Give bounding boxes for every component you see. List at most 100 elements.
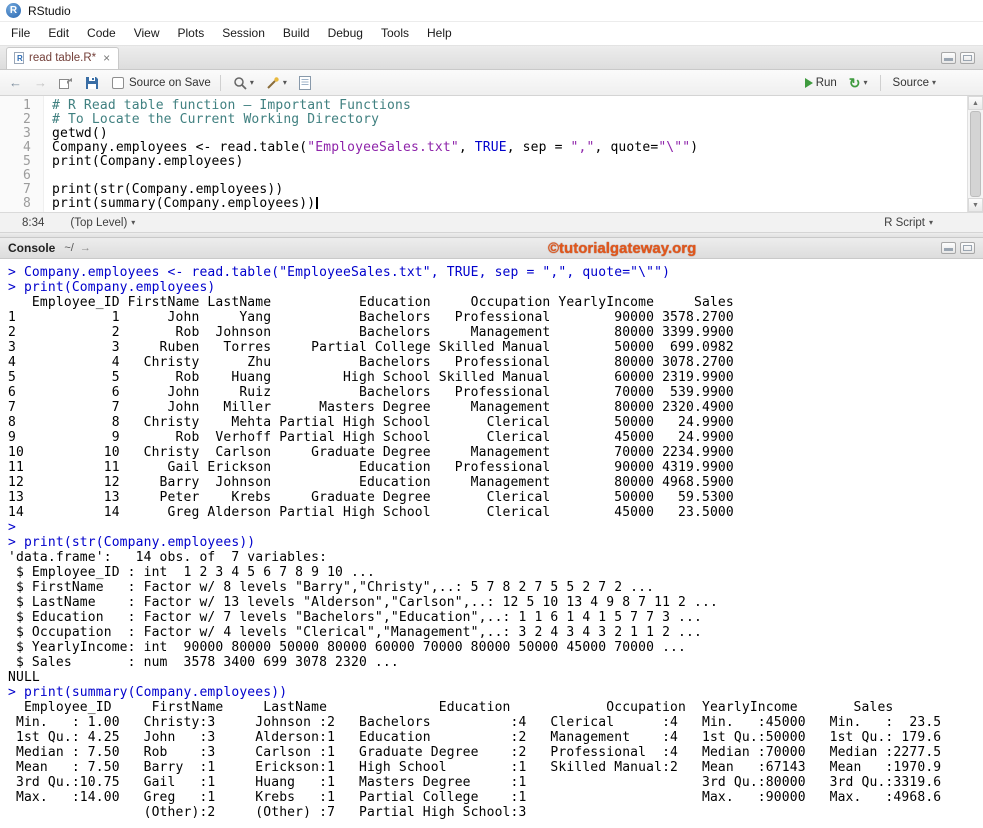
- code-line[interactable]: # R Read table function – Important Func…: [52, 99, 983, 113]
- console-line: $ YearlyIncome: int 90000 80000 50000 80…: [8, 640, 983, 655]
- console-line: 5 5 Rob Huang High School Skilled Manual…: [8, 370, 983, 385]
- maximize-source-button[interactable]: [960, 52, 975, 64]
- line-number: 6: [0, 169, 31, 183]
- menu-item-session[interactable]: Session: [213, 22, 274, 45]
- editor-toolbar: ← → Source on Save ▾ ▾: [0, 70, 983, 96]
- console-line: (Other):2 (Other) :7 Partial High School…: [8, 805, 983, 820]
- line-number: 1: [0, 99, 31, 113]
- compile-report-button[interactable]: [296, 74, 314, 92]
- chevron-down-icon: ▾: [864, 78, 868, 87]
- text-cursor: [316, 197, 318, 209]
- menu-item-build[interactable]: Build: [274, 22, 319, 45]
- notebook-icon: [299, 76, 311, 90]
- editor-tab[interactable]: read table.R* ×: [6, 47, 119, 69]
- console-path[interactable]: ~/: [64, 242, 73, 254]
- forward-arrow-icon: →: [34, 75, 47, 90]
- scroll-up-button[interactable]: ▲: [968, 96, 983, 110]
- editor-statusbar: 8:34 (Top Level) ▾ R Script ▾: [0, 212, 983, 232]
- console-line: 8 8 Christy Mehta Partial High School Cl…: [8, 415, 983, 430]
- magic-wand-icon: [266, 76, 280, 90]
- console-line: Mean : 7.50 Barry :1 Erickson:1 High Sch…: [8, 760, 983, 775]
- scroll-down-button[interactable]: ▼: [968, 198, 983, 212]
- console-line: 1st Qu.: 4.25 John :3 Alderson:1 Educati…: [8, 730, 983, 745]
- run-label: Run: [816, 77, 837, 89]
- code-line[interactable]: print(summary(Company.employees)): [52, 197, 983, 211]
- run-button[interactable]: Run: [802, 75, 840, 91]
- code-line[interactable]: Company.employees <- read.table("Employe…: [52, 141, 983, 155]
- console-line: 7 7 John Miller Masters Degree Managemen…: [8, 400, 983, 415]
- line-number: 8: [0, 197, 31, 211]
- code-line[interactable]: print(str(Company.employees)): [52, 183, 983, 197]
- toolbar-separator: [880, 75, 881, 91]
- console-line: 'data.frame': 14 obs. of 7 variables:: [8, 550, 983, 565]
- chevron-down-icon: ▾: [929, 218, 933, 227]
- minimize-console-button[interactable]: [941, 242, 956, 254]
- console-line: 9 9 Rob Verhoff Partial High School Cler…: [8, 430, 983, 445]
- menubar: FileEditCodeViewPlotsSessionBuildDebugTo…: [0, 22, 983, 46]
- rerun-button[interactable]: ↻ ▾: [846, 75, 871, 91]
- find-button[interactable]: ▾: [230, 74, 257, 92]
- source-pane-buttons: [941, 52, 983, 64]
- console-line: 11 11 Gail Erickson Education Profession…: [8, 460, 983, 475]
- menu-item-file[interactable]: File: [2, 22, 39, 45]
- editor[interactable]: 12345678 # R Read table function – Impor…: [0, 96, 983, 212]
- source-button[interactable]: Source ▾: [890, 75, 939, 91]
- menu-item-code[interactable]: Code: [78, 22, 125, 45]
- console-line: $ FirstName : Factor w/ 8 levels "Barry"…: [8, 580, 983, 595]
- console-line: 12 12 Barry Johnson Education Management…: [8, 475, 983, 490]
- console-line: NULL: [8, 670, 983, 685]
- console-line: >: [8, 520, 983, 535]
- menu-item-help[interactable]: Help: [418, 22, 461, 45]
- play-icon: [805, 78, 813, 88]
- console-line: > print(summary(Company.employees)): [8, 685, 983, 700]
- console-body[interactable]: > Company.employees <- read.table("Emplo…: [0, 259, 983, 828]
- code-line[interactable]: getwd(): [52, 127, 983, 141]
- rstudio-window: R RStudio FileEditCodeViewPlotsSessionBu…: [0, 0, 983, 828]
- rerun-icon: ↻: [849, 77, 861, 89]
- open-new-window-button[interactable]: [56, 75, 76, 91]
- menu-item-tools[interactable]: Tools: [372, 22, 418, 45]
- code-line[interactable]: # To Locate the Current Working Director…: [52, 113, 983, 127]
- window-title: RStudio: [28, 4, 71, 18]
- save-icon: [85, 76, 99, 90]
- code-line[interactable]: print(Company.employees): [52, 155, 983, 169]
- console-line: Min. : 1.00 Christy:3 Johnson :2 Bachelo…: [8, 715, 983, 730]
- console-line: 13 13 Peter Krebs Graduate Degree Cleric…: [8, 490, 983, 505]
- source-on-save-checkbox[interactable]: [112, 77, 124, 89]
- menu-item-plots[interactable]: Plots: [169, 22, 214, 45]
- menu-item-debug[interactable]: Debug: [319, 22, 372, 45]
- line-number: 4: [0, 141, 31, 155]
- source-label: Source: [893, 77, 929, 89]
- go-to-directory-icon[interactable]: →: [80, 242, 91, 254]
- code-line[interactable]: [52, 169, 983, 183]
- back-button[interactable]: ←: [6, 73, 25, 92]
- scope-selector[interactable]: (Top Level) ▾: [70, 217, 135, 229]
- line-number: 3: [0, 127, 31, 141]
- console-line: 4 4 Christy Zhu Bachelors Professional 8…: [8, 355, 983, 370]
- console-line: 3rd Qu.:10.75 Gail :1 Huang :1 Masters D…: [8, 775, 983, 790]
- rstudio-logo-icon: R: [6, 3, 21, 18]
- scroll-thumb[interactable]: [970, 111, 981, 197]
- console-line: 14 14 Greg Alderson Partial High School …: [8, 505, 983, 520]
- editor-code[interactable]: # R Read table function – Important Func…: [44, 96, 983, 212]
- editor-scrollbar[interactable]: ▲ ▼: [967, 96, 983, 212]
- maximize-console-button[interactable]: [960, 242, 975, 254]
- r-file-icon: [14, 52, 24, 64]
- source-pane: read table.R* × ← → Source on Save: [0, 46, 983, 232]
- line-number: 5: [0, 155, 31, 169]
- menu-item-edit[interactable]: Edit: [39, 22, 78, 45]
- chevron-down-icon: ▾: [131, 218, 135, 227]
- menu-item-view[interactable]: View: [125, 22, 169, 45]
- filetype-selector[interactable]: R Script ▾: [884, 217, 933, 229]
- source-on-save-toggle[interactable]: Source on Save: [112, 77, 211, 89]
- save-button[interactable]: [82, 74, 102, 92]
- chevron-down-icon: ▾: [283, 78, 287, 87]
- code-tools-button[interactable]: ▾: [263, 74, 290, 92]
- editor-gutter: 12345678: [0, 96, 44, 212]
- line-number: 2: [0, 113, 31, 127]
- minimize-source-button[interactable]: [941, 52, 956, 64]
- tab-close-icon[interactable]: ×: [103, 53, 110, 63]
- console-line: 2 2 Rob Johnson Bachelors Management 800…: [8, 325, 983, 340]
- forward-button[interactable]: →: [31, 73, 50, 92]
- console-line: 6 6 John Ruiz Bachelors Professional 700…: [8, 385, 983, 400]
